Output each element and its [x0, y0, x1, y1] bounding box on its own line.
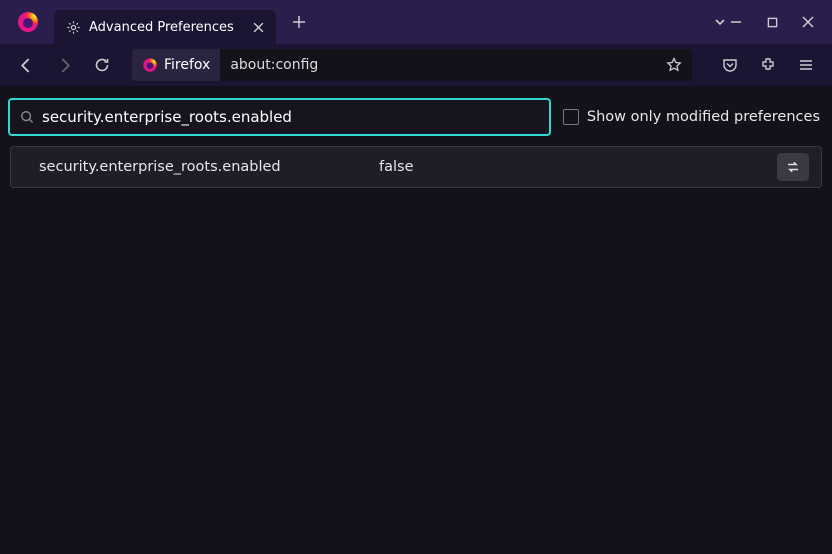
toggle-icon: [785, 159, 801, 175]
window-controls: [728, 14, 822, 30]
navbar: Firefox about:config: [0, 44, 832, 86]
preference-search-input[interactable]: [42, 108, 539, 126]
close-window-button[interactable]: [800, 14, 816, 30]
chevron-down-icon[interactable]: [712, 14, 728, 30]
menu-icon[interactable]: [790, 49, 822, 81]
forward-button[interactable]: [48, 49, 80, 81]
reload-button[interactable]: [86, 49, 118, 81]
firefox-logo-icon: [142, 57, 158, 73]
url-text: about:config: [220, 57, 656, 73]
identity-box[interactable]: Firefox: [132, 49, 220, 81]
toggle-preference-button[interactable]: [777, 153, 809, 181]
pocket-icon[interactable]: [714, 49, 746, 81]
about-config-content: Show only modified preferences security.…: [0, 86, 832, 200]
checkbox-label: Show only modified preferences: [587, 109, 820, 125]
maximize-button[interactable]: [764, 14, 780, 30]
checkbox-icon: [563, 109, 579, 125]
preference-name: security.enterprise_roots.enabled: [39, 159, 379, 175]
preference-row[interactable]: security.enterprise_roots.enabled false: [10, 146, 822, 188]
gear-icon: [66, 20, 81, 35]
identity-label: Firefox: [164, 57, 210, 73]
back-button[interactable]: [10, 49, 42, 81]
minimize-button[interactable]: [728, 14, 744, 30]
new-tab-button[interactable]: [284, 7, 314, 37]
search-icon: [20, 110, 34, 124]
preference-search-box[interactable]: [8, 98, 551, 136]
titlebar: Advanced Preferences: [0, 0, 832, 44]
url-bar[interactable]: Firefox about:config: [132, 49, 692, 81]
bookmark-star-icon[interactable]: [656, 57, 692, 73]
browser-tab[interactable]: Advanced Preferences: [54, 10, 276, 44]
firefox-logo-icon: [16, 10, 40, 34]
show-modified-only-checkbox[interactable]: Show only modified preferences: [563, 109, 824, 125]
extensions-icon[interactable]: [752, 49, 784, 81]
tab-title: Advanced Preferences: [89, 20, 234, 35]
preference-value: false: [379, 159, 777, 175]
close-tab-button[interactable]: [250, 18, 268, 36]
